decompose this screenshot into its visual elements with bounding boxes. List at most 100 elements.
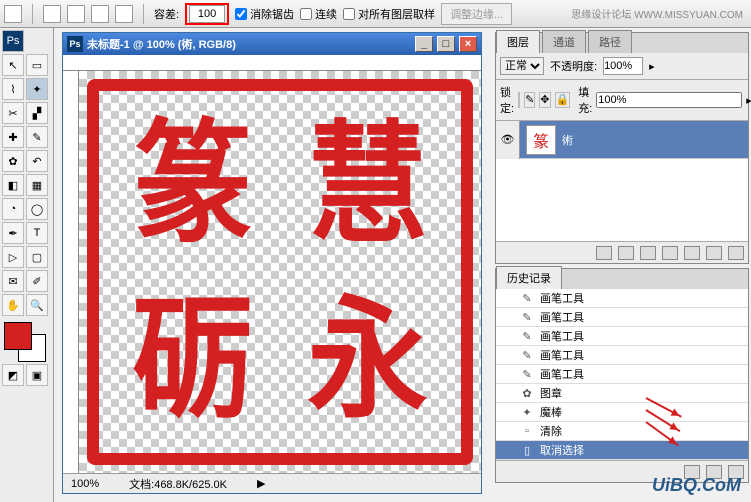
history-item[interactable]: ▫清除	[496, 422, 748, 441]
layer-name[interactable]: 術	[562, 132, 573, 148]
fill-arrow-icon[interactable]: ▸	[746, 94, 751, 107]
fill-input[interactable]	[596, 92, 742, 108]
panels-area: 图层 通道 路径 正常 不透明度: ▸ 锁定: ✎ ✥ 🔒 填充: ▸ 👁 篆 …	[495, 32, 749, 483]
contiguous-checkbox[interactable]	[300, 8, 312, 20]
wand-tool-icon[interactable]: ✦	[26, 78, 48, 100]
lock-label: 锁定:	[500, 84, 514, 116]
tolerance-input[interactable]	[189, 5, 225, 23]
history-label: 画笔工具	[540, 290, 584, 306]
tolerance-label: 容差:	[154, 6, 179, 22]
fx-icon[interactable]	[618, 246, 634, 260]
history-step-icon: ▯	[520, 443, 534, 457]
eraser-tool-icon[interactable]: ◧	[2, 174, 24, 196]
tolerance-highlight	[185, 3, 229, 25]
ruler-horizontal[interactable]	[63, 55, 481, 71]
type-tool-icon[interactable]: T	[26, 222, 48, 244]
opacity-arrow-icon[interactable]: ▸	[649, 60, 655, 73]
ruler-vertical[interactable]	[63, 71, 79, 473]
blend-mode-select[interactable]: 正常	[500, 57, 544, 75]
history-item[interactable]: ✎画笔工具	[496, 346, 748, 365]
history-item[interactable]: ✎画笔工具	[496, 365, 748, 384]
visibility-toggle-icon[interactable]: 👁	[496, 121, 520, 159]
lasso-tool-icon[interactable]: ⌇	[2, 78, 24, 100]
path-tool-icon[interactable]: ▷	[2, 246, 24, 268]
history-label: 画笔工具	[540, 309, 584, 325]
status-arrow-icon[interactable]: ▶	[257, 477, 265, 490]
history-step-icon: ✿	[520, 386, 534, 400]
zoom-level[interactable]: 100%	[71, 478, 99, 490]
hand-tool-icon[interactable]: ✋	[2, 294, 24, 316]
tab-paths[interactable]: 路径	[588, 30, 632, 53]
layer-list[interactable]: 👁 篆 術	[496, 121, 748, 241]
maximize-button[interactable]: □	[437, 36, 455, 52]
gradient-tool-icon[interactable]: ▦	[26, 174, 48, 196]
mask-icon[interactable]	[640, 246, 656, 260]
close-button[interactable]: ×	[459, 36, 477, 52]
layer-thumbnail[interactable]: 篆	[526, 125, 556, 155]
refine-edge-button[interactable]: 调整边缘...	[441, 3, 512, 25]
history-item[interactable]: ▯ 取消选择	[496, 441, 748, 460]
screenmode-icon[interactable]: ▣	[26, 364, 48, 386]
dodge-tool-icon[interactable]: ◯	[26, 198, 48, 220]
history-item[interactable]: ✿ 图章	[496, 384, 748, 403]
minimize-button[interactable]: _	[415, 36, 433, 52]
marquee-tool-icon[interactable]: ▭	[26, 54, 48, 76]
sample-all-option[interactable]: 对所有图层取样	[343, 6, 435, 22]
slice-tool-icon[interactable]: ▞	[26, 102, 48, 124]
new-selection-icon[interactable]	[43, 5, 61, 23]
contiguous-option[interactable]: 连续	[300, 6, 337, 22]
tool-preset-icon[interactable]	[4, 5, 22, 23]
history-item[interactable]: ✦魔棒	[496, 403, 748, 422]
notes-tool-icon[interactable]: ✉	[2, 270, 24, 292]
lock-position-icon[interactable]: ✎	[524, 92, 535, 108]
brush-tool-icon[interactable]: ✎	[26, 126, 48, 148]
foreground-color[interactable]	[4, 322, 32, 350]
pen-tool-icon[interactable]: ✒	[2, 222, 24, 244]
history-panel: 历史记录 ✎画笔工具✎画笔工具✎画笔工具✎画笔工具✎画笔工具✿图章✦魔棒▫清除▯…	[495, 268, 749, 483]
link-icon[interactable]	[596, 246, 612, 260]
history-label: 图章	[540, 385, 562, 401]
layer-row[interactable]: 👁 篆 術	[496, 121, 748, 159]
subtract-selection-icon[interactable]	[91, 5, 109, 23]
antialias-checkbox[interactable]	[235, 8, 247, 20]
canvas[interactable]: 篆慧 砺永	[79, 71, 481, 473]
new-layer-icon[interactable]	[706, 246, 722, 260]
lock-all-icon[interactable]: 🔒	[555, 92, 571, 108]
fill-label: 填充:	[578, 84, 592, 116]
lock-pixels-icon[interactable]	[518, 92, 520, 108]
document-titlebar[interactable]: Ps 未标题-1 @ 100% (術, RGB/8) _ □ ×	[63, 33, 481, 55]
stamp-tool-icon[interactable]: ✿	[2, 150, 24, 172]
history-list[interactable]: ✎画笔工具✎画笔工具✎画笔工具✎画笔工具✎画笔工具✿图章✦魔棒▫清除▯取消选择	[496, 289, 748, 460]
eyedrop-tool-icon[interactable]: ✐	[26, 270, 48, 292]
blur-tool-icon[interactable]: ◔	[2, 198, 24, 220]
antialias-option[interactable]: 消除锯齿	[235, 6, 294, 22]
history-brush-icon[interactable]: ↶	[26, 150, 48, 172]
color-swatch[interactable]	[2, 322, 48, 362]
group-icon[interactable]	[684, 246, 700, 260]
shape-tool-icon[interactable]: ▢	[26, 246, 48, 268]
layers-panel: 图层 通道 路径 正常 不透明度: ▸ 锁定: ✎ ✥ 🔒 填充: ▸ 👁 篆 …	[495, 32, 749, 264]
lock-move-icon[interactable]: ✥	[539, 92, 550, 108]
sample-all-checkbox[interactable]	[343, 8, 355, 20]
add-selection-icon[interactable]	[67, 5, 85, 23]
zoom-tool-icon[interactable]: 🔍	[26, 294, 48, 316]
tab-channels[interactable]: 通道	[542, 30, 586, 53]
adjustment-icon[interactable]	[662, 246, 678, 260]
quickmask-icon[interactable]: ◩	[2, 364, 24, 386]
history-item[interactable]: ✎ 画笔工具	[496, 308, 748, 327]
history-label: 取消选择	[540, 442, 584, 458]
opacity-input[interactable]	[603, 57, 643, 75]
tab-layers[interactable]: 图层	[496, 30, 540, 53]
move-tool-icon[interactable]: ↖	[2, 54, 24, 76]
history-label: 画笔工具	[540, 366, 584, 382]
crop-tool-icon[interactable]: ✂	[2, 102, 24, 124]
history-label: 画笔工具	[540, 347, 584, 363]
history-step-icon: ✎	[520, 310, 534, 324]
document-title: 未标题-1 @ 100% (術, RGB/8)	[87, 36, 236, 52]
trash-icon[interactable]	[728, 246, 744, 260]
intersect-selection-icon[interactable]	[115, 5, 133, 23]
history-item[interactable]: ✎画笔工具	[496, 327, 748, 346]
heal-tool-icon[interactable]: ✚	[2, 126, 24, 148]
history-item[interactable]: ✎画笔工具	[496, 289, 748, 308]
tab-history[interactable]: 历史记录	[496, 266, 562, 289]
